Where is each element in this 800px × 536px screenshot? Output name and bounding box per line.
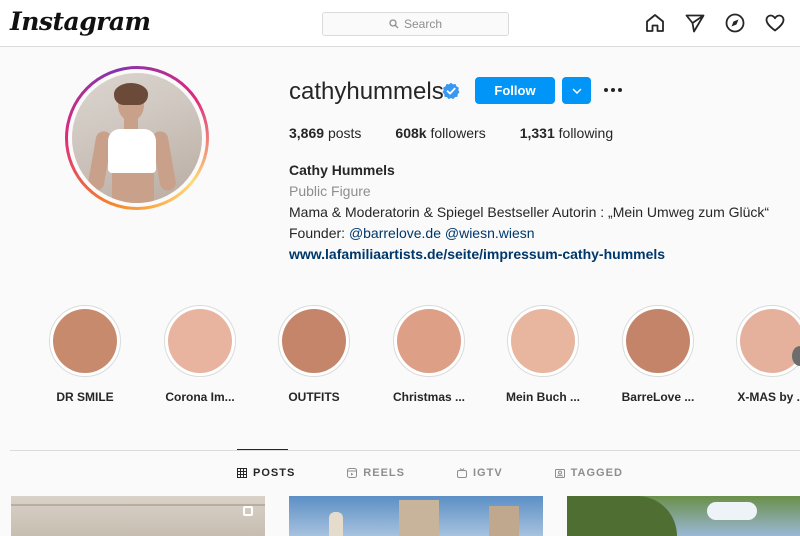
highlight-label: Corona Im... [165, 390, 235, 404]
highlight-item[interactable]: X-MAS by ... [722, 305, 800, 404]
posts-stat: 3,869 posts [289, 125, 362, 141]
highlight-item[interactable]: DR SMILE [35, 305, 135, 404]
direct-icon[interactable] [684, 12, 706, 34]
profile-category: Public Figure [289, 183, 371, 199]
search-placeholder: Search [403, 17, 443, 31]
top-navigation-bar: Instagram Search [0, 0, 800, 47]
more-dot-icon [604, 88, 608, 92]
follow-button[interactable]: Follow [475, 77, 555, 104]
profile-stats: 3,869 posts 608k followers 1,331 followi… [289, 125, 647, 141]
followers-stat[interactable]: 608k followers [395, 125, 485, 141]
chevron-down-icon [571, 87, 582, 94]
explore-icon[interactable] [724, 12, 746, 34]
highlight-cover [168, 309, 232, 373]
mention-link[interactable]: @wiesn.wiesn [445, 225, 535, 241]
profile-tabs: POSTS REELS IGTV TAGGED [237, 467, 623, 479]
tagged-icon [554, 469, 565, 478]
active-tab-indicator [237, 449, 288, 450]
post-thumbnail[interactable] [11, 496, 265, 536]
grid-icon [237, 468, 247, 478]
search-input[interactable]: Search [322, 12, 509, 36]
highlight-cover [511, 309, 575, 373]
carousel-icon [243, 506, 253, 516]
highlight-label: BarreLove ... [621, 390, 695, 404]
bio-text: Mama & Moderatorin & Spiegel Bestseller … [289, 204, 770, 220]
highlight-label: Christmas ... [392, 390, 466, 404]
tab-posts[interactable]: POSTS [237, 467, 295, 479]
profile-bio: Cathy Hummels Public Figure Mama & Moder… [289, 160, 769, 265]
more-options-button[interactable] [601, 80, 625, 100]
highlight-label: DR SMILE [56, 390, 114, 404]
mention-link[interactable]: @barrelove.de [349, 225, 441, 241]
tabs-divider [10, 450, 800, 451]
search-icon [389, 19, 399, 29]
highlight-cover [397, 309, 461, 373]
highlight-label: OUTFITS [288, 390, 340, 404]
highlight-item[interactable]: Mein Buch ... [493, 305, 593, 404]
verified-badge-icon [442, 82, 460, 100]
story-highlights: DR SMILE Corona Im... OUTFITS Christmas … [35, 305, 800, 415]
tab-igtv[interactable]: IGTV [456, 467, 503, 479]
bio-founder-line: Founder: @barrelove.de @wiesn.wiesn [289, 225, 535, 241]
igtv-icon [456, 468, 467, 478]
reels-icon [347, 468, 358, 478]
following-stat[interactable]: 1,331 following [520, 125, 613, 141]
profile-full-name: Cathy Hummels [289, 162, 395, 178]
highlight-label: X-MAS by ... [737, 390, 800, 404]
profile-website-link[interactable]: www.lafamiliaartists.de/seite/impressum-… [289, 244, 769, 265]
highlight-item[interactable]: BarreLove ... [608, 305, 708, 404]
home-icon[interactable] [644, 12, 666, 34]
profile-username: cathyhummels [289, 78, 444, 105]
highlight-item[interactable]: Christmas ... [379, 305, 479, 404]
instagram-logo[interactable]: Instagram [10, 7, 151, 36]
post-thumbnail[interactable] [289, 496, 543, 536]
avatar-photo [72, 73, 202, 203]
highlight-cover [53, 309, 117, 373]
nav-icons [644, 12, 786, 34]
highlight-cover [740, 309, 800, 373]
suggested-dropdown-button[interactable] [562, 77, 591, 104]
activity-icon[interactable] [764, 12, 786, 34]
profile-avatar[interactable] [65, 66, 209, 210]
highlight-label: Mein Buch ... [505, 390, 580, 404]
tab-reels[interactable]: REELS [347, 467, 405, 479]
highlight-item[interactable]: Corona Im... [150, 305, 250, 404]
highlight-item[interactable]: OUTFITS [264, 305, 364, 404]
post-thumbnail[interactable] [567, 496, 800, 536]
highlight-cover [626, 309, 690, 373]
highlight-cover [282, 309, 346, 373]
tab-tagged[interactable]: TAGGED [554, 467, 623, 479]
